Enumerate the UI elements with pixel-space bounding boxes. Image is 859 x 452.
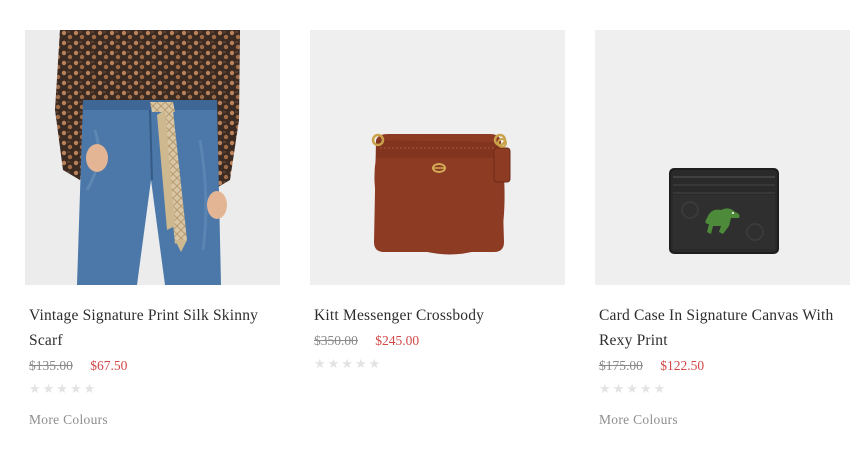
- original-price: $135.00: [29, 358, 73, 373]
- product-title[interactable]: Kitt Messenger Crossbody: [314, 303, 561, 328]
- product-title[interactable]: Vintage Signature Print Silk Skinny Scar…: [29, 303, 276, 353]
- rating-stars: ★★★★★: [29, 381, 98, 396]
- rating-stars: ★★★★★: [599, 381, 668, 396]
- card-case-photo: [595, 30, 850, 285]
- crossbody-bag-photo: [310, 30, 565, 285]
- scarf-model-photo: [25, 30, 280, 285]
- product-prices: $175.00 $122.50: [599, 356, 846, 376]
- more-colours-link[interactable]: More Colours: [29, 412, 276, 428]
- product-prices: $135.00 $67.50: [29, 356, 276, 376]
- more-colours-link[interactable]: More Colours: [599, 412, 846, 428]
- product-card-crossbody: Kitt Messenger Crossbody $350.00 $245.00…: [310, 30, 565, 373]
- product-card-scarf: Vintage Signature Print Silk Skinny Scar…: [25, 30, 280, 428]
- product-image-card-case[interactable]: [595, 30, 850, 285]
- product-image-crossbody[interactable]: [310, 30, 565, 285]
- original-price: $175.00: [599, 358, 643, 373]
- original-price: $350.00: [314, 333, 358, 348]
- rating-stars: ★★★★★: [314, 356, 383, 371]
- product-image-scarf[interactable]: [25, 30, 280, 285]
- sale-price: $67.50: [90, 358, 128, 373]
- product-title[interactable]: Card Case In Signature Canvas With Rexy …: [599, 303, 846, 353]
- sale-price: $122.50: [660, 358, 705, 373]
- product-prices: $350.00 $245.00: [314, 331, 561, 351]
- sale-price: $245.00: [375, 333, 420, 348]
- product-card-card-case: Card Case In Signature Canvas With Rexy …: [595, 30, 850, 428]
